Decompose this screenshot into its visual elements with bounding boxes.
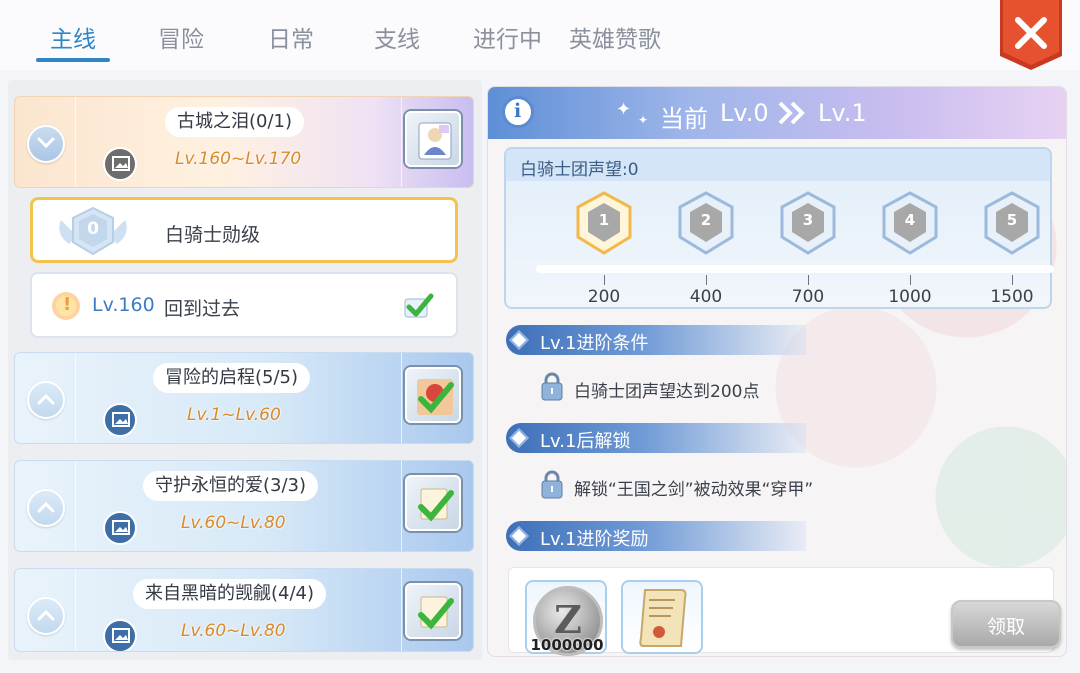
chevron-up-icon: [37, 609, 55, 621]
rank-number: 3: [802, 211, 814, 229]
chevron-up-icon: [37, 393, 55, 405]
subquest-label: 回到过去: [164, 298, 241, 320]
alert-icon: !: [52, 292, 80, 320]
reputation-box: 白骑士团声望:0 1 2 3 4 5 200 400 700 1000 1500: [504, 147, 1054, 309]
reward-section-header: Lv.1进阶奖励: [506, 521, 806, 551]
rank-number: 2: [700, 211, 712, 229]
milestone-value: 1000: [888, 287, 932, 307]
completed-check-icon: [405, 367, 461, 423]
reward-item-scroll[interactable]: [621, 580, 703, 654]
active-tab-indicator: [36, 58, 110, 62]
reward-box: Z 1000000 领取: [508, 567, 1061, 656]
rank-badge-icon: 0: [55, 206, 131, 256]
subquest-label: 白骑士勋级: [165, 224, 261, 246]
claim-label: 领取: [986, 616, 1025, 638]
close-x-icon: [1000, 0, 1062, 70]
section-title: Lv.1进阶条件: [540, 333, 649, 354]
info-icon[interactable]: i: [502, 96, 534, 128]
quest-level-range: Lv.1~Lv.60: [187, 405, 281, 425]
quest-level-range: Lv.60~Lv.80: [181, 621, 286, 641]
quest-level-range: Lv.60~Lv.80: [181, 513, 286, 533]
chevron-up-icon: [37, 501, 55, 513]
diamond-icon: [509, 428, 529, 448]
milestone-value: 1500: [990, 287, 1034, 307]
quest-card-eternal-love[interactable]: 守护永恒的爱(3/3) Lv.60~Lv.80: [14, 460, 474, 552]
quest-card-adventure-start[interactable]: 冒险的启程(5/5) Lv.1~Lv.60: [14, 352, 474, 444]
quest-title: 冒险的启程(5/5): [153, 363, 311, 393]
section-title: Lv.1后解锁: [540, 431, 631, 452]
rank-medal-1: 1: [574, 191, 634, 255]
tab-adventure[interactable]: 冒险: [158, 20, 204, 54]
quest-title: 古城之泪(0/1): [165, 107, 305, 137]
lock-icon: [541, 470, 563, 499]
image-icon: [103, 511, 137, 545]
detail-header: i ✦ ✦ 当前 Lv.0 Lv.1: [488, 87, 1066, 139]
rank-medal-2: 2: [676, 191, 736, 255]
subquest-level: Lv.160: [92, 294, 155, 316]
double-chevron-right-icon: [778, 101, 805, 125]
tab-in-progress[interactable]: 进行中: [473, 20, 542, 54]
quest-detail-panel: i ✦ ✦ 当前 Lv.0 Lv.1 白骑士团声望:0 1 2 3 4 5 20…: [487, 86, 1067, 657]
rank-medal-5: 5: [982, 191, 1042, 255]
subquest-white-knight-rank[interactable]: 0 白骑士勋级: [30, 197, 458, 263]
next-level: Lv.1: [818, 99, 867, 127]
quest-title: 守护永恒的爱(3/3): [143, 471, 319, 501]
tab-bar: 主线 冒险 日常 支线 进行中 英雄赞歌: [0, 0, 1080, 70]
image-icon: [103, 403, 137, 437]
reputation-label: 白骑士团声望:0: [520, 160, 639, 180]
milestone-value: 700: [791, 287, 825, 307]
lock-icon: [541, 372, 563, 401]
milestone-value: 400: [689, 287, 723, 307]
collapse-toggle[interactable]: [27, 125, 65, 163]
rank-badge-number: 0: [87, 219, 99, 239]
rank-number: 1: [598, 211, 610, 229]
tab-daily[interactable]: 日常: [268, 20, 314, 54]
scroll-icon: [639, 589, 687, 647]
quest-card-dark-covet[interactable]: 来自黑暗的觊觎(4/4) Lv.60~Lv.80: [14, 568, 474, 652]
tab-main[interactable]: 主线: [50, 20, 96, 54]
rank-number: 5: [1006, 211, 1018, 229]
section-title: Lv.1进阶奖励: [540, 529, 649, 550]
image-icon: [103, 147, 137, 181]
quest-card-ancient-city[interactable]: 古城之泪(0/1) Lv.160~Lv.170: [14, 96, 474, 188]
condition-text: 白骑士团声望达到200点: [574, 382, 760, 402]
expand-toggle[interactable]: [27, 597, 65, 635]
milestone-value: 200: [587, 287, 621, 307]
rank-medal-3: 3: [778, 191, 838, 255]
quest-title: 来自黑暗的觊觎(4/4): [133, 579, 327, 609]
tab-side[interactable]: 支线: [374, 20, 420, 54]
image-icon: [103, 619, 137, 651]
completed-check-icon: [405, 475, 461, 531]
rank-medal-4: 4: [880, 191, 940, 255]
close-button[interactable]: [998, 0, 1064, 72]
quest-level-range: Lv.160~Lv.170: [175, 149, 302, 169]
rank-number: 4: [904, 211, 916, 229]
detail-title-prefix: 当前: [660, 105, 708, 133]
checkmark-icon: [404, 293, 434, 318]
reward-item-zeny[interactable]: Z 1000000: [525, 580, 607, 656]
reputation-progress-track: [536, 265, 1054, 273]
chevron-down-icon: [37, 137, 55, 149]
diamond-icon: [509, 526, 529, 546]
unlock-section-header: Lv.1后解锁: [506, 423, 806, 453]
hero-card-icon: [405, 111, 461, 167]
current-level: Lv.0: [720, 99, 769, 127]
diamond-icon: [509, 330, 529, 350]
condition-section-header: Lv.1进阶条件: [506, 325, 806, 355]
expand-toggle[interactable]: [27, 489, 65, 527]
claim-button[interactable]: 领取: [951, 600, 1061, 648]
sparkle-icon: ✦: [638, 113, 649, 127]
expand-toggle[interactable]: [27, 381, 65, 419]
sparkle-icon: ✦: [616, 99, 632, 120]
subquest-back-to-past[interactable]: ! Lv.160 回到过去: [30, 272, 458, 338]
reward-count: 1000000: [530, 636, 604, 654]
tab-hero-anthem[interactable]: 英雄赞歌: [569, 20, 661, 54]
completed-check-icon: [405, 583, 461, 639]
unlock-text: 解锁“王国之剑”被动效果“穿甲”: [574, 480, 814, 500]
